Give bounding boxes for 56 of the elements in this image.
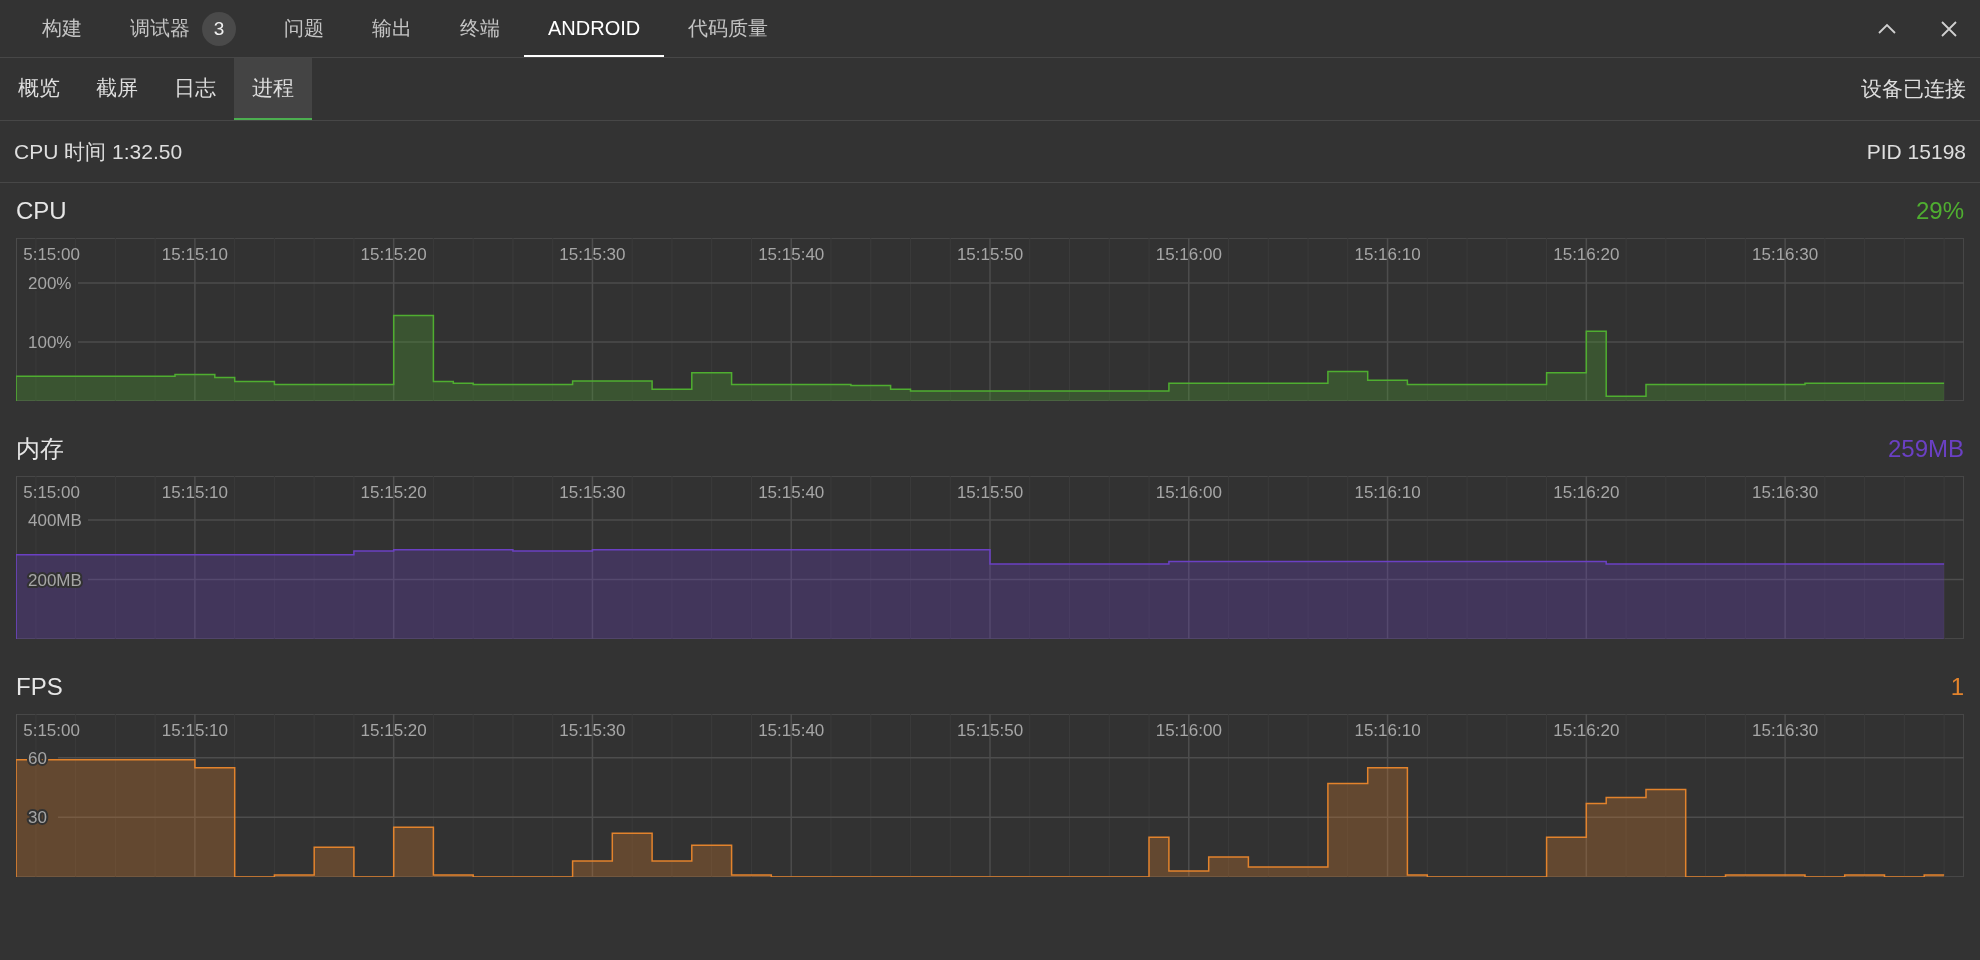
x-tick-label: 15:16:00 (1155, 245, 1222, 264)
x-tick-label: 15:15:30 (559, 483, 626, 502)
x-tick-label: 15:15:40 (758, 245, 825, 264)
monitor-title: 内存 (16, 433, 64, 464)
x-tick-label: 15:15:50 (956, 483, 1024, 502)
panel-tab[interactable]: 调试器 3 (106, 0, 260, 57)
x-tick-label: 15:16:30 (1752, 483, 1819, 502)
cpu-time: CPU 时间 1:32.50 (14, 138, 183, 165)
monitor-value: 1 (1950, 672, 1964, 701)
panel-tab[interactable]: 输出 (348, 0, 436, 57)
x-tick-label: 15:16:30 (1752, 721, 1819, 740)
x-tick-label: 15:16:10 (1354, 483, 1421, 502)
x-tick-label: 15:15:30 (559, 721, 626, 740)
y-tick-label: 400MB (28, 511, 82, 530)
device-status: 设备已连接 (1861, 76, 1966, 102)
x-tick-label: 5:15:00 (23, 483, 80, 502)
x-tick-label: 15:16:00 (1155, 483, 1222, 502)
x-tick-label: 15:16:20 (1553, 721, 1620, 740)
sub-tab[interactable]: 日志 (156, 58, 234, 120)
x-tick-label: 5:15:00 (23, 245, 80, 264)
x-tick-label: 15:16:30 (1752, 245, 1819, 264)
x-tick-label: 15:15:20 (360, 245, 427, 264)
x-tick-label: 15:15:40 (758, 483, 825, 502)
x-tick-label: 5:15:00 (23, 721, 80, 740)
x-tick-label: 15:15:10 (161, 721, 228, 740)
process-id: PID 15198 (1866, 139, 1966, 164)
x-tick-label: 15:15:10 (161, 245, 228, 264)
y-tick-label: 30 (28, 808, 47, 828)
panel-tab[interactable]: 终端 (436, 0, 524, 57)
x-tick-label: 15:16:10 (1354, 721, 1421, 740)
x-tick-label: 15:15:10 (161, 483, 228, 502)
x-tick-label: 15:16:20 (1553, 483, 1620, 502)
x-tick-label: 15:15:50 (956, 721, 1024, 740)
y-tick-label: 100% (28, 332, 72, 352)
y-tick-label: 200% (28, 273, 72, 293)
monitor-title: FPS (16, 672, 63, 701)
panel-tab[interactable]: 构建 (18, 0, 106, 57)
y-tick-label: 200MB (28, 570, 82, 590)
x-tick-label: 15:15:50 (956, 245, 1024, 264)
sub-tab[interactable]: 截屏 (78, 58, 156, 120)
x-tick-label: 15:16:20 (1553, 245, 1620, 264)
panel-tab[interactable]: ANDROID (524, 0, 665, 57)
x-tick-label: 15:15:20 (360, 483, 427, 502)
sub-tab[interactable]: 概览 (0, 58, 78, 120)
count-badge: 3 (202, 11, 236, 46)
monitor-title: CPU (16, 196, 67, 225)
monitor-value: 259MB (1887, 434, 1964, 463)
x-tick-label: 15:16:10 (1354, 245, 1421, 264)
panel-tab[interactable]: 问题 (260, 0, 348, 57)
x-tick-label: 15:15:20 (360, 721, 427, 740)
x-tick-label: 15:16:00 (1155, 721, 1222, 740)
panel-tab[interactable]: 代码质量 (664, 0, 793, 57)
sub-tab[interactable]: 进程 (234, 58, 312, 120)
x-tick-label: 15:15:30 (559, 245, 626, 264)
monitor-value: 29% (1915, 196, 1964, 225)
x-tick-label: 15:15:40 (758, 721, 825, 740)
